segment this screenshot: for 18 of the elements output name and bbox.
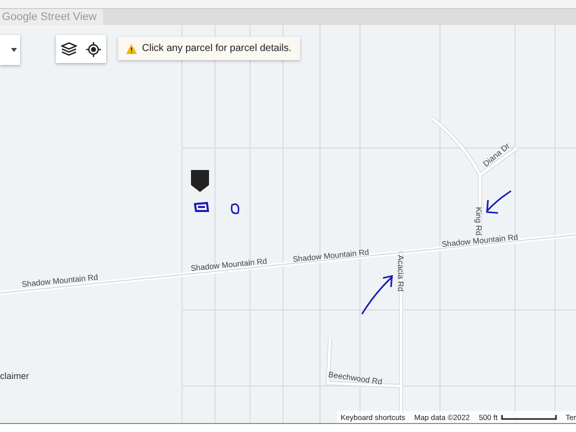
hand-drawn-arrow-drawing (486, 190, 512, 214)
road-label: Acacia Rd (396, 255, 405, 292)
road-label: Shadow Mountain Rd (292, 248, 370, 264)
road-label: King Rd (474, 207, 483, 236)
locate-icon[interactable] (86, 42, 102, 56)
pin-marker-icon (191, 170, 209, 192)
scale-bar-icon (500, 414, 557, 420)
scribble-mark (230, 203, 240, 214)
hand-drawn-arrow-drawing (361, 274, 393, 314)
warning-icon (126, 44, 137, 54)
road-label: Shadow Mountain Rd (190, 256, 268, 273)
layers-icon[interactable] (60, 41, 77, 57)
scribble-mark (194, 202, 210, 212)
disclaimer-link[interactable]: claimer (0, 371, 30, 381)
banner-text: Click any parcel for parcel details. (142, 43, 292, 54)
road-label: Shadow Mountain Rd (21, 272, 98, 289)
caret-icon (11, 48, 17, 52)
road-label: Beechwood Rd (328, 370, 383, 387)
